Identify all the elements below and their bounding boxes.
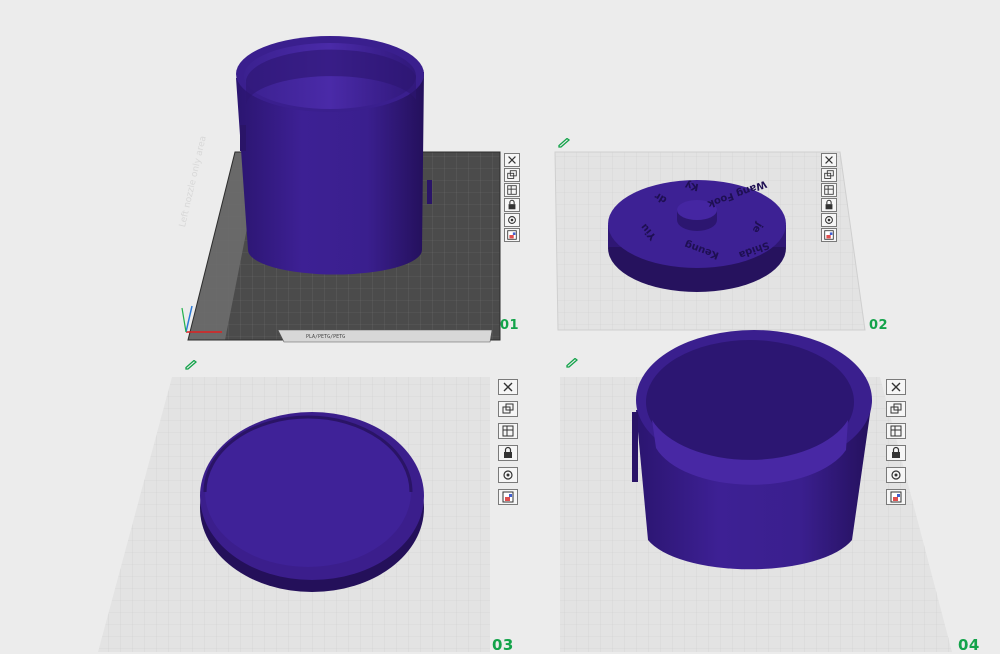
tall-cylinder-model[interactable] — [236, 36, 432, 275]
close-icon[interactable] — [498, 379, 518, 395]
settings-icon[interactable] — [821, 213, 837, 227]
slice-icon[interactable] — [498, 489, 518, 505]
close-icon[interactable] — [504, 153, 520, 167]
settings-icon[interactable] — [886, 467, 906, 483]
lock-icon[interactable] — [821, 198, 837, 212]
plate-4-number[interactable]: 04 — [958, 636, 980, 654]
slice-icon[interactable] — [886, 489, 906, 505]
arrange-icon[interactable] — [504, 168, 520, 182]
plate-2-number[interactable]: 02 — [869, 318, 888, 333]
arrange-icon[interactable] — [821, 168, 837, 182]
lock-icon[interactable] — [504, 198, 520, 212]
lock-icon[interactable] — [498, 445, 518, 461]
close-icon[interactable] — [821, 153, 837, 167]
lid-model[interactable] — [608, 180, 786, 292]
cup-model[interactable] — [632, 330, 872, 570]
lid-engraving-word: Ky — [684, 178, 700, 193]
plate-1-number[interactable]: 01 — [500, 318, 519, 333]
close-icon[interactable] — [886, 379, 906, 395]
disc-model[interactable] — [200, 412, 424, 592]
filament-strip-label: PLA/PETG/PETG — [306, 334, 346, 340]
plate-2-edit-icon[interactable] — [558, 138, 570, 148]
plate-2-toolbar — [821, 153, 837, 242]
slice-icon[interactable] — [821, 228, 837, 242]
plate-1-toolbar — [504, 153, 520, 242]
layers-icon[interactable] — [886, 423, 906, 439]
arrange-icon[interactable] — [498, 401, 518, 417]
settings-icon[interactable] — [498, 467, 518, 483]
slice-icon[interactable] — [504, 228, 520, 242]
layers-icon[interactable] — [498, 423, 518, 439]
layers-icon[interactable] — [821, 183, 837, 197]
plate-4-toolbar — [886, 379, 906, 505]
layers-icon[interactable] — [504, 183, 520, 197]
settings-icon[interactable] — [504, 213, 520, 227]
arrange-icon[interactable] — [886, 401, 906, 417]
plate-3-toolbar — [498, 379, 518, 505]
plate-3-number[interactable]: 03 — [492, 636, 514, 654]
plate-4-edit-icon[interactable] — [566, 358, 578, 368]
plate-3-edit-icon[interactable] — [185, 360, 197, 370]
lock-icon[interactable] — [886, 445, 906, 461]
